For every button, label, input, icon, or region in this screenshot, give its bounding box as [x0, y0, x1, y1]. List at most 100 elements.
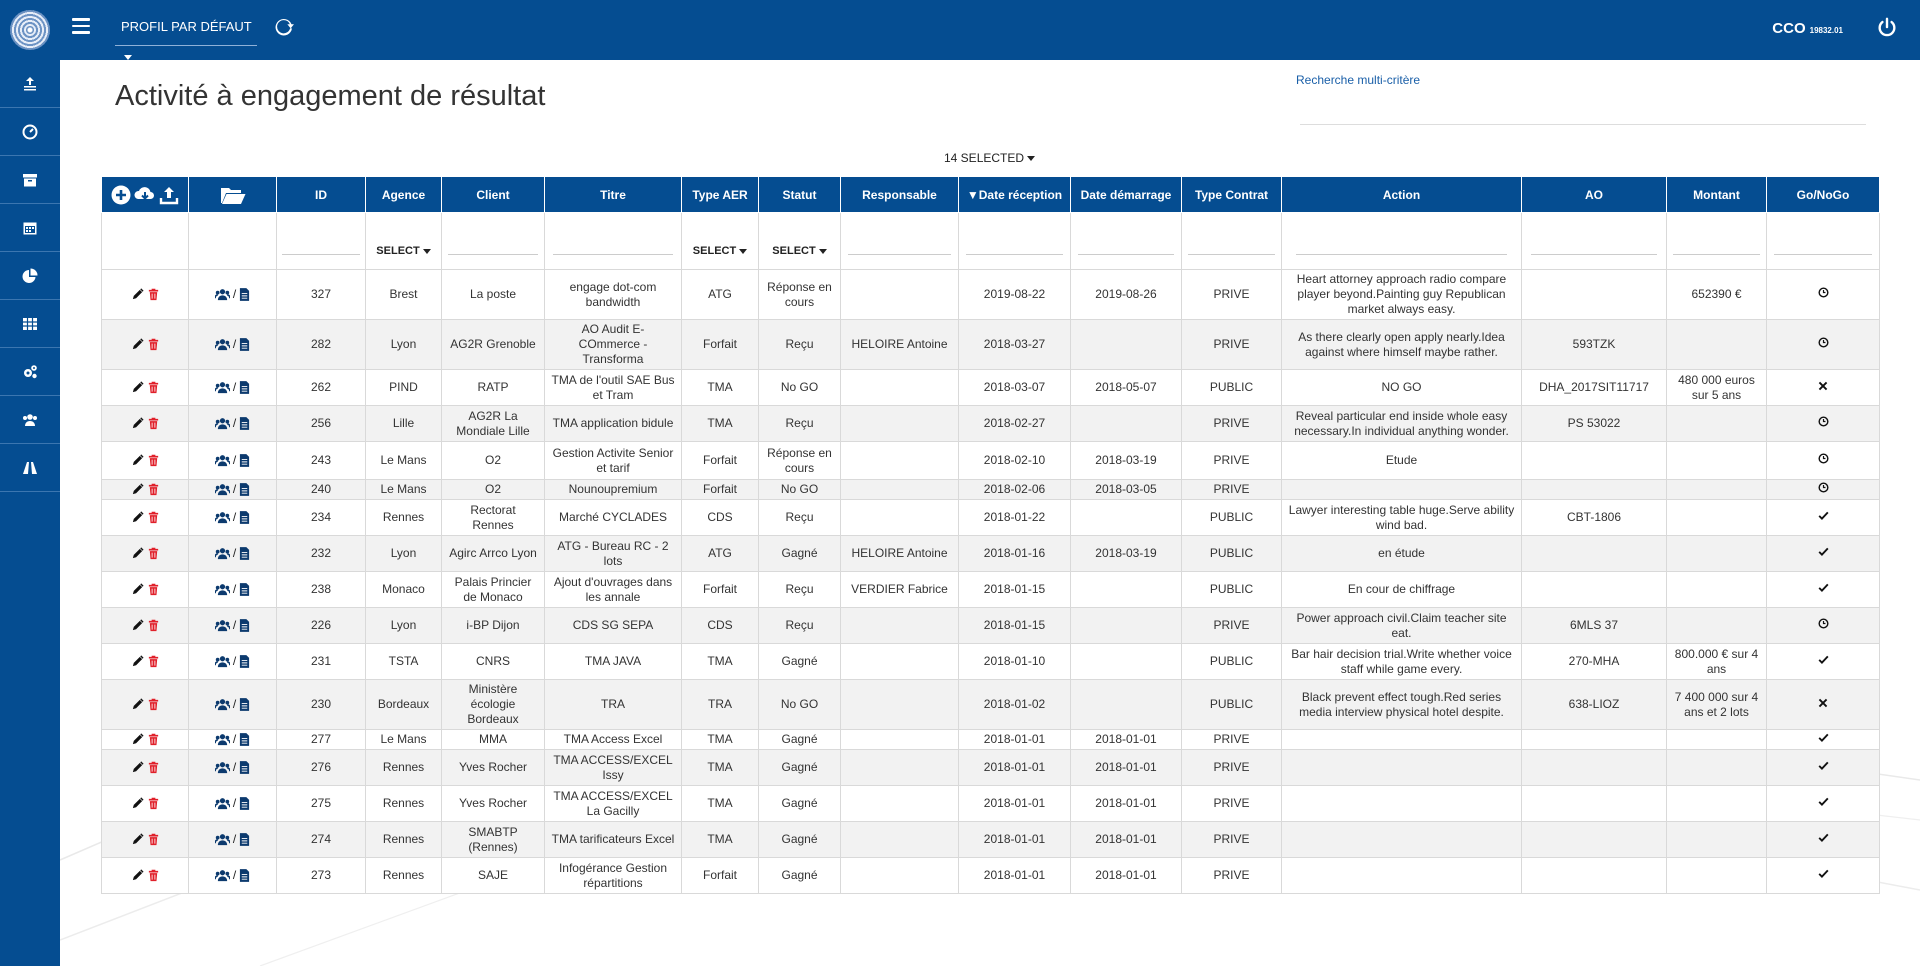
filter-responsable[interactable] — [840, 212, 959, 270]
profile-dropdown[interactable]: PROFIL PAR DÉFAUT — [115, 12, 257, 61]
filter-action[interactable] — [1281, 212, 1522, 270]
delete-trash-icon[interactable] — [147, 869, 160, 882]
document-icon[interactable] — [239, 454, 250, 467]
document-icon[interactable] — [239, 655, 250, 668]
delete-trash-icon[interactable] — [147, 417, 160, 430]
delete-trash-icon[interactable] — [147, 454, 160, 467]
delete-trash-icon[interactable] — [147, 761, 160, 774]
edit-pencil-icon[interactable] — [131, 417, 144, 430]
document-icon[interactable] — [239, 619, 250, 632]
users-icon[interactable] — [214, 698, 230, 711]
users-icon[interactable] — [214, 583, 230, 596]
folder-open-icon[interactable] — [220, 184, 246, 206]
document-icon[interactable] — [239, 338, 250, 351]
edit-pencil-icon[interactable] — [131, 761, 144, 774]
delete-trash-icon[interactable] — [147, 483, 160, 496]
header-statut[interactable]: Statut — [758, 176, 841, 213]
users-icon[interactable] — [214, 619, 230, 632]
document-icon[interactable] — [239, 511, 250, 524]
delete-trash-icon[interactable] — [147, 511, 160, 524]
table-row[interactable]: /226 Lyon i-BP Dijon CDS SG SEPA CDS Reçu 2018… — [101, 607, 1880, 644]
delete-trash-icon[interactable] — [147, 338, 160, 351]
table-row[interactable]: /231 TSTA CNRS TMA JAVA TMA Gagné 2018-01-10 PU… — [101, 643, 1880, 680]
header-type-contrat[interactable]: Type Contrat — [1181, 176, 1282, 213]
delete-trash-icon[interactable] — [147, 381, 160, 394]
delete-trash-icon[interactable] — [147, 797, 160, 810]
filter-client[interactable] — [441, 212, 545, 270]
users-icon[interactable] — [214, 381, 230, 394]
header-ao[interactable]: AO — [1521, 176, 1667, 213]
users-icon[interactable] — [214, 797, 230, 810]
users-icon[interactable] — [214, 483, 230, 496]
delete-trash-icon[interactable] — [147, 619, 160, 632]
document-icon[interactable] — [239, 417, 250, 430]
type-aer-select[interactable]: SELECT — [693, 245, 748, 257]
users-icon[interactable] — [214, 655, 230, 668]
sidebar-item-dashboard[interactable] — [0, 108, 60, 156]
filter-type-aer[interactable]: SELECT — [681, 212, 759, 270]
filter-agence[interactable]: SELECT — [365, 212, 442, 270]
filter-statut[interactable]: SELECT — [758, 212, 841, 270]
table-row[interactable]: /276 Rennes Yves Rocher TMA ACCESS/EXCEL Is… — [101, 749, 1880, 786]
app-logo[interactable] — [0, 0, 60, 60]
add-icon[interactable] — [110, 184, 132, 206]
sidebar-item-settings[interactable] — [0, 348, 60, 396]
table-row[interactable]: /274 Rennes SMABTP (Rennes) TMA tarificateu… — [101, 821, 1880, 858]
sidebar-item-archive[interactable] — [0, 156, 60, 204]
columns-selected-dropdown[interactable]: 14 SELECTED — [944, 151, 1036, 165]
filter-date-reception[interactable] — [958, 212, 1071, 270]
document-icon[interactable] — [239, 483, 250, 496]
filter-date-demarrage[interactable] — [1070, 212, 1182, 270]
delete-trash-icon[interactable] — [147, 833, 160, 846]
header-responsable[interactable]: Responsable — [840, 176, 959, 213]
table-row[interactable]: /230 Bordeaux Ministère écologie Bordeaux T… — [101, 679, 1880, 730]
users-icon[interactable] — [214, 869, 230, 882]
menu-toggle-icon[interactable] — [72, 18, 90, 34]
edit-pencil-icon[interactable] — [131, 619, 144, 632]
users-icon[interactable] — [214, 833, 230, 846]
edit-pencil-icon[interactable] — [131, 511, 144, 524]
table-row[interactable]: /256 Lille AG2R La Mondiale Lille TMA appli… — [101, 405, 1880, 442]
edit-pencil-icon[interactable] — [131, 288, 144, 301]
edit-pencil-icon[interactable] — [131, 483, 144, 496]
header-montant[interactable]: Montant — [1666, 176, 1767, 213]
document-icon[interactable] — [239, 869, 250, 882]
users-icon[interactable] — [214, 288, 230, 301]
delete-trash-icon[interactable] — [147, 583, 160, 596]
header-date-reception[interactable]: ▼Date réception — [958, 176, 1071, 213]
table-row[interactable]: /238 Monaco Palais Princier de Monaco Ajout… — [101, 571, 1880, 608]
sidebar-item-calendar[interactable] — [0, 204, 60, 252]
document-icon[interactable] — [239, 833, 250, 846]
edit-pencil-icon[interactable] — [131, 381, 144, 394]
sidebar-item-upload[interactable] — [0, 60, 60, 108]
edit-pencil-icon[interactable] — [131, 869, 144, 882]
refresh-icon[interactable] — [273, 16, 295, 38]
users-icon[interactable] — [214, 547, 230, 560]
table-row[interactable]: /327 Brest La poste engage dot-com bandwidt… — [101, 269, 1880, 320]
document-icon[interactable] — [239, 288, 250, 301]
table-row[interactable]: /234 Rennes Rectorat Rennes Marché CYCLADES… — [101, 499, 1880, 536]
statut-select[interactable]: SELECT — [772, 245, 827, 257]
table-row[interactable]: /243 Le Mans O2 Gestion Activite Senior et … — [101, 441, 1880, 480]
header-titre[interactable]: Titre — [544, 176, 682, 213]
delete-trash-icon[interactable] — [147, 547, 160, 560]
users-icon[interactable] — [214, 761, 230, 774]
edit-pencil-icon[interactable] — [131, 733, 144, 746]
agence-select[interactable]: SELECT — [376, 245, 431, 257]
edit-pencil-icon[interactable] — [131, 547, 144, 560]
sidebar-item-road[interactable] — [0, 444, 60, 492]
edit-pencil-icon[interactable] — [131, 454, 144, 467]
delete-trash-icon[interactable] — [147, 698, 160, 711]
header-agence[interactable]: Agence — [365, 176, 442, 213]
edit-pencil-icon[interactable] — [131, 338, 144, 351]
table-row[interactable]: /273 Rennes SAJE Infogérance Gestion répart… — [101, 857, 1880, 894]
document-icon[interactable] — [239, 698, 250, 711]
edit-pencil-icon[interactable] — [131, 698, 144, 711]
table-row[interactable]: /240 Le Mans O2 Nounoupremium Forfait No GO 20… — [101, 479, 1880, 500]
delete-trash-icon[interactable] — [147, 655, 160, 668]
delete-trash-icon[interactable] — [147, 288, 160, 301]
edit-pencil-icon[interactable] — [131, 583, 144, 596]
edit-pencil-icon[interactable] — [131, 797, 144, 810]
delete-trash-icon[interactable] — [147, 733, 160, 746]
multi-criteria-search-link[interactable]: Recherche multi-critère — [1296, 73, 1420, 87]
